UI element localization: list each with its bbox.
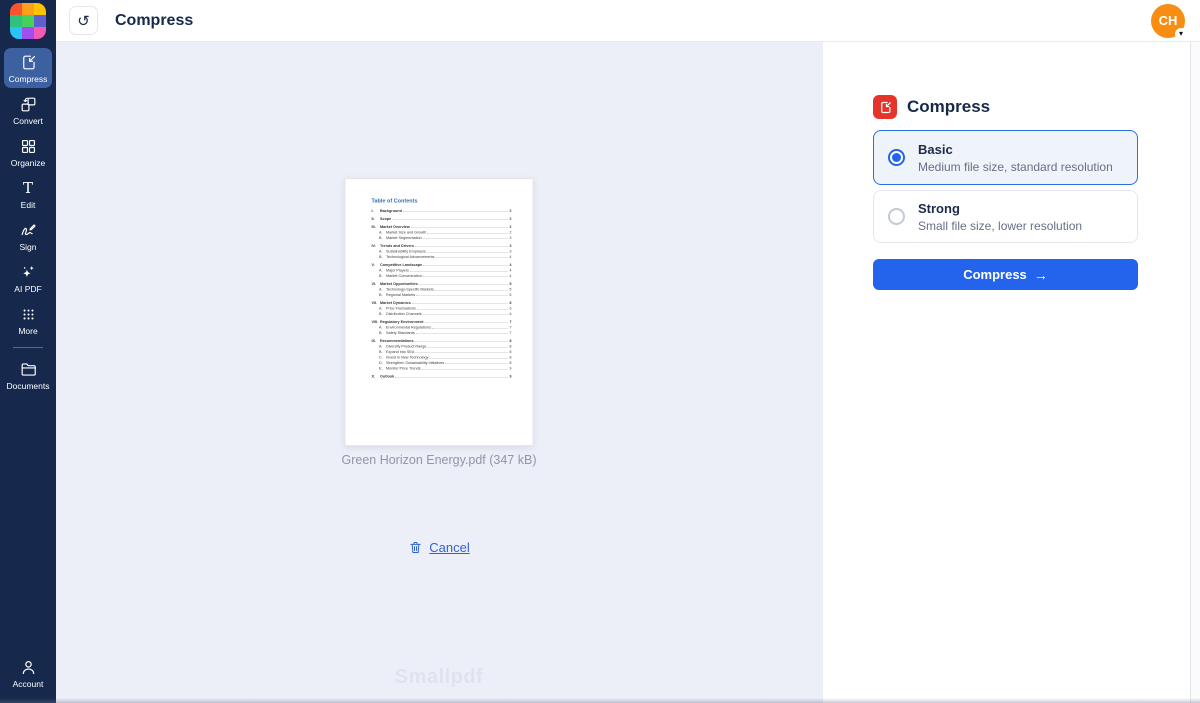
account-menu[interactable]: CH ▾ <box>1151 4 1185 38</box>
sidebar-item-label: Edit <box>21 200 36 210</box>
sidebar: Compress Convert Organize T Edit Sign AI… <box>0 0 56 703</box>
toc-entry: B.Regional Markets5 <box>372 293 512 299</box>
rotate-ccw-icon: ↺ <box>77 12 90 30</box>
panel-title: Compress <box>907 97 990 117</box>
cancel-link[interactable]: Cancel <box>56 540 822 555</box>
smallpdf-logo[interactable] <box>10 3 46 39</box>
documents-folder-icon <box>19 360 38 379</box>
toc-title: Table of Contents <box>372 198 512 204</box>
sidebar-item-more[interactable]: More <box>4 300 52 340</box>
sidebar-item-edit[interactable]: T Edit <box>4 174 52 214</box>
cancel-label: Cancel <box>429 540 469 555</box>
account-person-icon <box>19 658 38 677</box>
option-description: Small file size, lower resolution <box>918 219 1082 233</box>
sidebar-item-label: Documents <box>7 381 50 391</box>
toc-list: I.Background2II.Scope2III.Market Overvie… <box>372 209 512 380</box>
ai-pdf-icon <box>19 263 38 282</box>
file-caption: Green Horizon Energy.pdf (347 kB) <box>56 453 822 467</box>
sidebar-item-compress[interactable]: Compress <box>4 48 52 88</box>
sidebar-item-account[interactable]: Account <box>4 653 52 693</box>
radio-strong[interactable] <box>888 208 905 225</box>
logo-tile <box>22 15 34 27</box>
pdf-page: Table of Contents I.Background2 II.Scope2… <box>346 179 534 446</box>
option-label: Basic <box>918 142 1113 157</box>
toc-entry: II.Scope2 <box>372 217 512 223</box>
option-label: Strong <box>918 201 1082 216</box>
compress-tool-icon <box>873 95 897 119</box>
sidebar-item-label: Account <box>13 679 44 689</box>
compress-button-label: Compress <box>963 267 1027 282</box>
pdf-preview: Table of Contents I.Background2 II.Scope2… <box>345 178 534 446</box>
toc-entry: E.Monitor Price Trends9 <box>372 366 512 372</box>
option-basic[interactable]: Basic Medium file size, standard resolut… <box>873 130 1138 185</box>
page-title: Compress <box>115 12 193 30</box>
sign-icon <box>19 221 38 240</box>
logo-tile <box>10 15 22 27</box>
logo-tile <box>34 3 46 15</box>
workspace: Table of Contents I.Background2 II.Scope2… <box>56 42 822 703</box>
sidebar-divider <box>13 347 43 348</box>
sidebar-item-documents[interactable]: Documents <box>4 355 52 395</box>
toc-entry: B.Market Concentration4 <box>372 274 512 280</box>
sidebar-item-label: AI PDF <box>14 284 41 294</box>
logo-tile <box>34 27 46 39</box>
smallpdf-watermark: Smallpdf <box>56 666 822 689</box>
start-over-button[interactable]: ↺ <box>69 6 98 35</box>
compress-button[interactable]: Compress → <box>873 259 1138 290</box>
sidebar-item-label: Sign <box>19 242 36 252</box>
logo-tile <box>22 3 34 15</box>
compress-icon <box>19 53 38 72</box>
trash-icon <box>408 540 423 555</box>
panel-header: Compress <box>873 95 1138 119</box>
organize-icon <box>19 137 38 156</box>
toc-entry: B.Safety Standards7 <box>372 331 512 337</box>
arrow-right-icon: → <box>1034 267 1048 283</box>
sidebar-item-label: More <box>18 326 37 336</box>
sidebar-item-ai-pdf[interactable]: AI PDF <box>4 258 52 298</box>
more-grid-icon <box>19 305 38 324</box>
sidebar-item-label: Convert <box>13 116 43 126</box>
sidebar-item-sign[interactable]: Sign <box>4 216 52 256</box>
logo-tile <box>10 27 22 39</box>
toc-entry: B.Technological Advancements4 <box>372 255 512 261</box>
toc-entry: B.Distribution Channels6 <box>372 312 512 318</box>
toc-entry: I.Background2 <box>372 209 512 215</box>
option-description: Medium file size, standard resolution <box>918 160 1113 174</box>
options-panel: Compress Basic Medium file size, standar… <box>822 42 1190 703</box>
caret-down-icon: ▾ <box>1175 28 1187 40</box>
sidebar-item-label: Compress <box>9 74 48 84</box>
sidebar-item-convert[interactable]: Convert <box>4 90 52 130</box>
option-strong[interactable]: Strong Small file size, lower resolution <box>873 190 1138 243</box>
toc-entry: X.Outlook9 <box>372 374 512 380</box>
edit-icon: T <box>23 179 33 198</box>
scrollbar-track[interactable] <box>1190 42 1200 703</box>
radio-basic[interactable] <box>888 149 905 166</box>
sidebar-item-label: Organize <box>11 158 46 168</box>
logo-tile <box>10 3 22 15</box>
topbar: ↺ Compress CH ▾ <box>56 0 1200 42</box>
convert-icon <box>19 95 38 114</box>
sidebar-item-organize[interactable]: Organize <box>4 132 52 172</box>
logo-tile <box>22 27 34 39</box>
logo-tile <box>34 15 46 27</box>
toc-entry: B.Market Segmentation3 <box>372 236 512 242</box>
